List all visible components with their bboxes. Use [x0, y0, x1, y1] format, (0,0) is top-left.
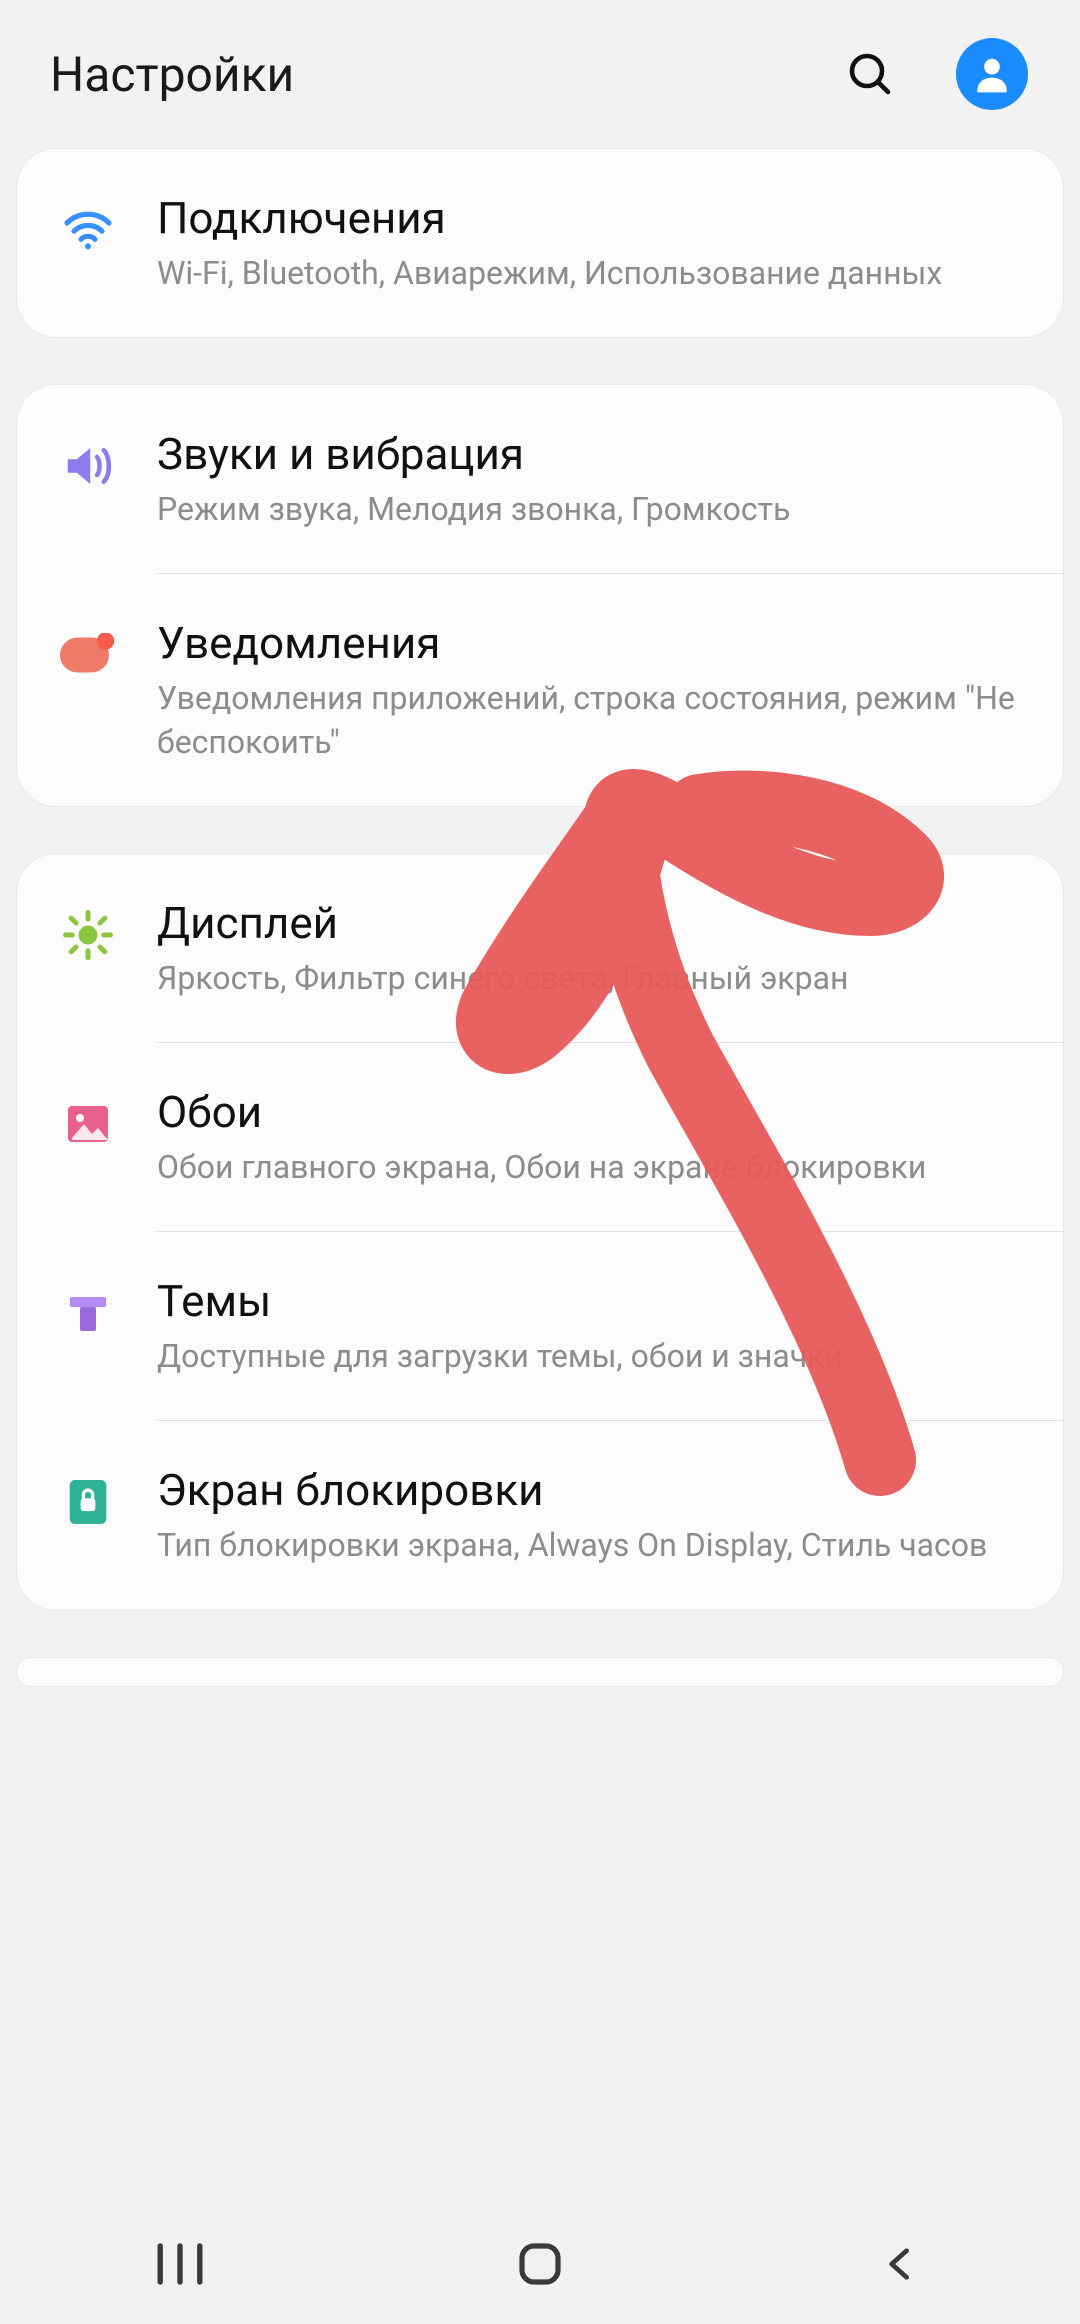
settings-item-subtitle: Уведомления приложений, строка состояния…: [157, 677, 1023, 763]
settings-item-lockscreen[interactable]: Экран блокировки Тип блокировки экрана, …: [17, 1421, 1063, 1609]
back-icon: [880, 2240, 920, 2288]
settings-item-subtitle: Тип блокировки экрана, Always On Display…: [157, 1524, 1023, 1567]
recents-icon: [153, 2242, 207, 2286]
lock-icon: [53, 1467, 123, 1537]
settings-item-subtitle: Яркость, Фильтр синего света, Главный эк…: [157, 957, 1023, 1000]
settings-item-text: Подключения Wi-Fi, Bluetooth, Авиарежим,…: [157, 191, 1023, 295]
settings-item-sounds[interactable]: Звуки и вибрация Режим звука, Мелодия зв…: [17, 385, 1063, 573]
settings-item-display[interactable]: Дисплей Яркость, Фильтр синего света, Гл…: [17, 854, 1063, 1042]
header-actions: [832, 36, 1030, 112]
settings-item-subtitle: Обои главного экрана, Обои на экране бло…: [157, 1146, 1023, 1189]
page-title: Настройки: [50, 46, 294, 103]
account-button[interactable]: [954, 36, 1030, 112]
settings-item-text: Уведомления Уведомления приложений, стро…: [157, 616, 1023, 763]
themes-icon: [53, 1278, 123, 1348]
settings-list: Подключения Wi-Fi, Bluetooth, Авиарежим,…: [0, 148, 1080, 1687]
settings-group-next: [16, 1657, 1064, 1687]
settings-item-text: Обои Обои главного экрана, Обои на экран…: [157, 1085, 1023, 1189]
settings-item-themes[interactable]: Темы Доступные для загрузки темы, обои и…: [17, 1232, 1063, 1420]
settings-item-title: Обои: [157, 1085, 1023, 1140]
settings-group-sounds: Звуки и вибрация Режим звука, Мелодия зв…: [16, 384, 1064, 807]
settings-item-title: Уведомления: [157, 616, 1023, 671]
settings-item-connections[interactable]: Подключения Wi-Fi, Bluetooth, Авиарежим,…: [17, 149, 1063, 337]
settings-group-connections: Подключения Wi-Fi, Bluetooth, Авиарежим,…: [16, 148, 1064, 338]
nav-back-button[interactable]: [800, 2214, 1000, 2314]
settings-item-title: Экран блокировки: [157, 1463, 1023, 1518]
wallpaper-icon: [53, 1089, 123, 1159]
search-icon: [846, 50, 894, 98]
settings-item-subtitle: Wi-Fi, Bluetooth, Авиарежим, Использован…: [157, 252, 1023, 295]
home-icon: [516, 2240, 564, 2288]
nav-home-button[interactable]: [440, 2214, 640, 2314]
avatar-icon: [956, 38, 1028, 110]
sound-icon: [53, 431, 123, 501]
settings-group-display: Дисплей Яркость, Фильтр синего света, Гл…: [16, 853, 1064, 1611]
system-navbar: [0, 2204, 1080, 2324]
settings-item-text: Дисплей Яркость, Фильтр синего света, Гл…: [157, 896, 1023, 1000]
search-button[interactable]: [832, 36, 908, 112]
settings-item-title: Подключения: [157, 191, 1023, 246]
wifi-icon: [53, 195, 123, 265]
settings-item-subtitle: Режим звука, Мелодия звонка, Громкость: [157, 488, 1023, 531]
settings-item-title: Звуки и вибрация: [157, 427, 1023, 482]
settings-item-text: Звуки и вибрация Режим звука, Мелодия зв…: [157, 427, 1023, 531]
nav-recents-button[interactable]: [80, 2214, 280, 2314]
settings-item-title: Темы: [157, 1274, 1023, 1329]
notifications-icon: [53, 620, 123, 690]
settings-item-notifications[interactable]: Уведомления Уведомления приложений, стро…: [17, 574, 1063, 805]
settings-item-text: Экран блокировки Тип блокировки экрана, …: [157, 1463, 1023, 1567]
settings-item-wallpaper[interactable]: Обои Обои главного экрана, Обои на экран…: [17, 1043, 1063, 1231]
settings-item-text: Темы Доступные для загрузки темы, обои и…: [157, 1274, 1023, 1378]
settings-item-subtitle: Доступные для загрузки темы, обои и знач…: [157, 1335, 1023, 1378]
settings-item-title: Дисплей: [157, 896, 1023, 951]
brightness-icon: [53, 900, 123, 970]
app-header: Настройки: [0, 0, 1080, 148]
